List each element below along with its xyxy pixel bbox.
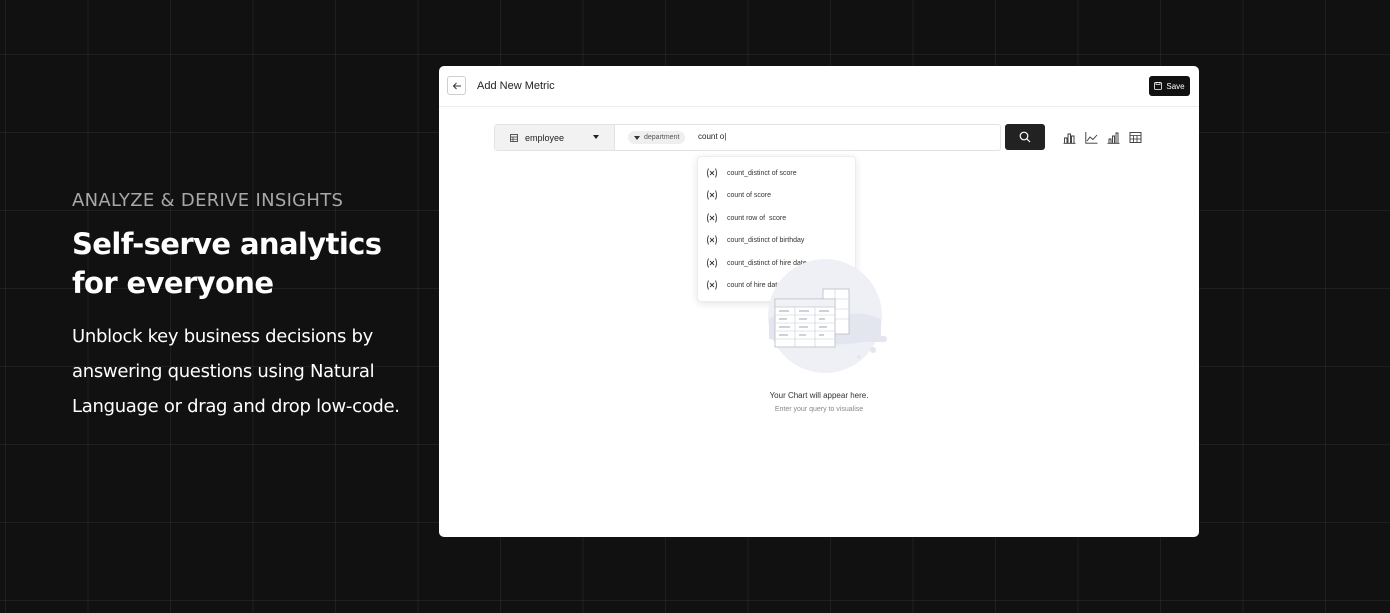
hero-section: ANALYZE & DERIVE INSIGHTS Self-serve ana… (72, 190, 432, 424)
save-label: Save (1166, 81, 1185, 91)
empty-chart-illustration (768, 259, 887, 373)
line-chart-icon[interactable] (1085, 131, 1098, 144)
hero-eyebrow: ANALYZE & DERIVE INSIGHTS (72, 190, 344, 211)
table-select-value: employee (525, 132, 565, 143)
bar-chart-icon[interactable] (1063, 131, 1076, 144)
column-chart-icon[interactable] (1107, 131, 1120, 144)
function-icon (707, 235, 717, 245)
suggestion-label: count of score (727, 191, 771, 199)
hero-description: Unblock key business decisions by answer… (72, 326, 400, 417)
function-icon (707, 213, 717, 223)
suggestion-label: count row of score (727, 214, 787, 222)
function-icon (707, 280, 717, 290)
back-button[interactable] (447, 76, 466, 95)
suggestion-item[interactable]: count_distinct of birthday (698, 229, 855, 251)
query-input[interactable]: count o| (698, 132, 726, 141)
function-icon (707, 258, 717, 268)
metric-editor-window: Add New Metric Save employee department (439, 66, 1199, 537)
table-icon (510, 133, 518, 142)
function-icon (707, 190, 717, 200)
function-icon (707, 168, 717, 178)
empty-state-subtitle: Enter your query to visualise (774, 406, 864, 413)
suggestion-label: count_distinct of birthday (727, 236, 805, 244)
save-button[interactable]: Save (1149, 76, 1190, 96)
floppy-disk-icon (1154, 82, 1163, 90)
search-button[interactable] (1005, 124, 1045, 150)
suggestion-item[interactable]: count of score (698, 184, 855, 206)
table-view-icon[interactable] (1129, 131, 1142, 144)
dimension-chip-label: department (644, 134, 680, 141)
search-icon (1019, 131, 1031, 143)
caret-down-icon (634, 135, 640, 140)
hero-headline: Self-serve analytics for everyone (72, 227, 382, 300)
table-select[interactable]: employee (495, 125, 615, 150)
query-bar: employee department count o| (494, 124, 1001, 151)
arrow-left-icon (452, 82, 461, 89)
chart-type-selector (1063, 131, 1142, 144)
suggestion-item[interactable]: count row of score (698, 207, 855, 229)
caret-down-icon (593, 135, 599, 139)
suggestion-item[interactable]: count_distinct of score (698, 162, 855, 184)
page-title: Add New Metric (477, 80, 555, 92)
empty-state-title: Your Chart will appear here. (769, 391, 869, 400)
dimension-chip[interactable]: department (628, 131, 686, 144)
suggestion-label: count_distinct of score (727, 169, 797, 177)
editor-topbar: Add New Metric Save (439, 66, 1199, 107)
